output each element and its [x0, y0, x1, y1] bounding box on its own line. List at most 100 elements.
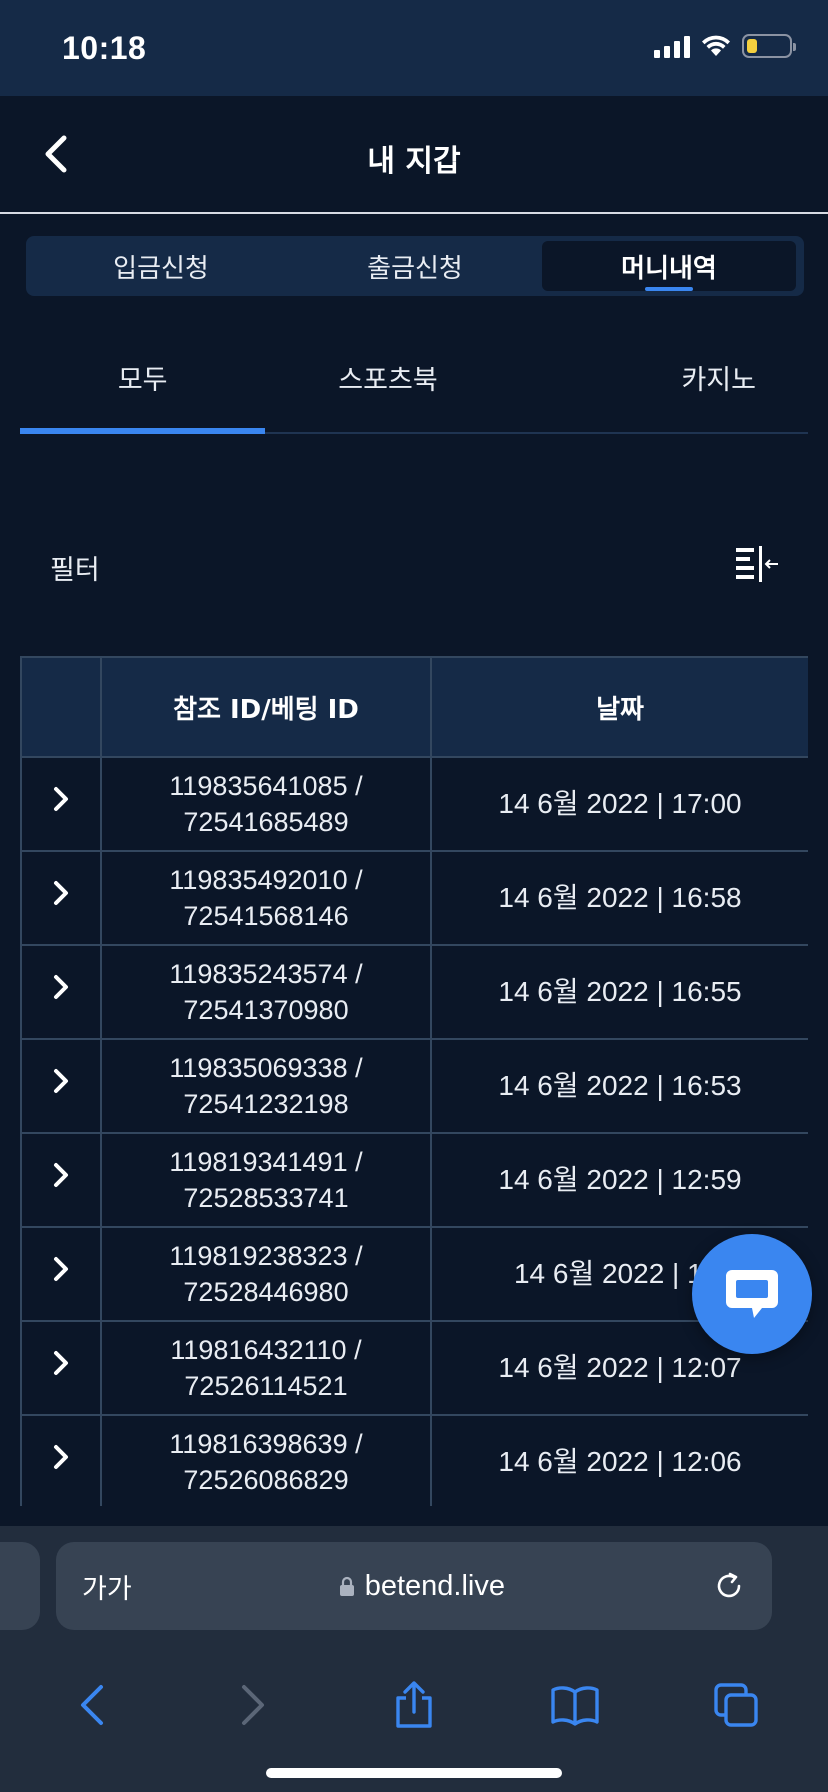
reload-icon[interactable]: [712, 1569, 746, 1603]
tab-money-history[interactable]: 머니내역: [542, 241, 796, 291]
bookmarks-icon: [551, 1686, 599, 1726]
table-row: 119835243574 / 72541370980 14 6월 2022 | 1…: [20, 944, 808, 1040]
ref-id: 119835492010 /: [169, 865, 363, 895]
bookmarks-button[interactable]: [545, 1675, 605, 1735]
previous-tab-preview[interactable]: [0, 1542, 40, 1630]
bet-id: 72528446980: [183, 1277, 349, 1307]
chat-button[interactable]: [692, 1234, 812, 1354]
bet-id: 72526114521: [184, 1371, 348, 1401]
tabs-button[interactable]: [706, 1675, 766, 1735]
bet-id: 72541232198: [183, 1089, 349, 1119]
status-bar: 10:18: [0, 0, 828, 96]
address-bar[interactable]: 가가 betend.live: [56, 1542, 772, 1630]
subtab-all[interactable]: 모두: [20, 340, 266, 434]
expand-chevron-icon: [54, 1445, 68, 1469]
back-arrow-icon: [81, 1685, 104, 1725]
expand-chevron-icon: [54, 1069, 68, 1093]
expand-chevron-icon: [54, 787, 68, 811]
table-header-date: 날짜: [430, 656, 808, 758]
wifi-icon: [702, 35, 730, 56]
expand-row-button[interactable]: [20, 944, 102, 1040]
ref-id: 119835069338 /: [169, 1053, 363, 1083]
tab-withdraw-request[interactable]: 출금신청: [288, 241, 542, 291]
id-cell: 119816432110 / 72526114521: [100, 1320, 432, 1416]
date-cell: 14 6월 2022 | 12:59: [430, 1132, 808, 1228]
expand-row-button[interactable]: [20, 1038, 102, 1134]
bet-id: 72541568146: [183, 901, 349, 931]
expand-chevron-icon: [54, 1257, 68, 1281]
history-sub-tabs: 모두 스포츠북 카지노: [20, 340, 808, 434]
table-row: 119835641085 / 72541685489 14 6월 2022 | 1…: [20, 756, 808, 852]
id-cell: 119835069338 / 72541232198: [100, 1038, 432, 1134]
id-cell: 119835492010 / 72541568146: [100, 850, 432, 946]
url-text: betend.live: [364, 1569, 505, 1602]
expand-chevron-icon: [54, 1163, 68, 1187]
id-cell: 119819238323 / 72528446980: [100, 1226, 432, 1322]
ref-id: 119816398639 /: [169, 1429, 363, 1459]
share-button[interactable]: [384, 1675, 444, 1735]
filter-button[interactable]: [734, 544, 780, 584]
id-cell: 119835243574 / 72541370980: [100, 944, 432, 1040]
table-row: 119816432110 /72526114521 14 6월 2022 | 1…: [20, 1320, 808, 1416]
ref-id: 119816432110 /: [170, 1335, 362, 1365]
tab-deposit-request[interactable]: 입금신청: [34, 241, 288, 291]
ref-id: 119835243574 /: [169, 959, 363, 989]
battery-icon: [742, 34, 796, 58]
expand-row-button[interactable]: [20, 1132, 102, 1228]
browser-forward-button[interactable]: [223, 1675, 283, 1735]
bet-id: 72526086829: [183, 1465, 349, 1495]
subtab-casino[interactable]: 카지노: [511, 340, 808, 432]
table-header-expand: [20, 656, 102, 758]
expand-chevron-icon: [54, 881, 68, 905]
expand-row-button[interactable]: [20, 756, 102, 852]
lock-icon: [339, 1576, 354, 1596]
ref-id: 119819238323 /: [169, 1241, 363, 1271]
expand-row-button[interactable]: [20, 1320, 102, 1416]
page-header: 내 지갑: [0, 96, 828, 214]
id-cell: 119835641085 / 72541685489: [100, 756, 432, 852]
date-cell: 14 6월 2022 | 17:00: [430, 756, 808, 852]
home-indicator: [266, 1768, 562, 1778]
table-row: 119819341491 / 72528533741 14 6월 2022 | 1…: [20, 1132, 808, 1228]
history-table: 참조 ID/베팅 ID 날짜 119835641085 / 72541685489…: [20, 656, 808, 1506]
tabs-icon: [713, 1683, 758, 1727]
browser-toolbar: [0, 1650, 828, 1760]
expand-row-button[interactable]: [20, 850, 102, 946]
url-display[interactable]: betend.live: [132, 1570, 712, 1603]
ref-id: 119819341491 /: [169, 1147, 363, 1177]
filter-label: 필터: [50, 555, 100, 586]
table-row: 119816398639 / 72526086829 14 6월 2022 | 1…: [20, 1414, 808, 1506]
bet-id: 72541370980: [183, 995, 349, 1025]
table-row: 119819238323 /72528446980 14 6월 2022 | 1…: [20, 1226, 808, 1322]
signal-icon: [654, 34, 690, 58]
id-cell: 119819341491 / 72528533741: [100, 1132, 432, 1228]
filter-columns-icon: [736, 546, 778, 582]
expand-row-button[interactable]: [20, 1226, 102, 1322]
ref-id: 119835641085 /: [169, 771, 363, 801]
date-cell: 14 6월 2022 | 16:55: [430, 944, 808, 1040]
bet-id: 72541685489: [183, 807, 349, 837]
expand-chevron-icon: [54, 1351, 68, 1375]
status-time: 10:18: [62, 30, 147, 66]
bet-id: 72528533741: [183, 1183, 349, 1213]
date-cell: 14 6월 2022 | 16:58: [430, 850, 808, 946]
table-row: 119835492010 / 72541568146 14 6월 2022 | 1…: [20, 850, 808, 946]
date-cell: 14 6월 2022 | 16:53: [430, 1038, 808, 1134]
forward-arrow-icon: [242, 1685, 265, 1725]
browser-back-button[interactable]: [62, 1675, 122, 1735]
page-title: 내 지갑: [367, 144, 461, 179]
id-cell: 119816398639 / 72526086829: [100, 1414, 432, 1506]
expand-row-button[interactable]: [20, 1414, 102, 1506]
wallet-segment-tabs: 입금신청 출금신청 머니내역: [26, 236, 804, 296]
status-icons: [654, 34, 796, 58]
share-icon: [396, 1681, 432, 1728]
date-cell: 14 6월 2022 | 12:06: [430, 1414, 808, 1506]
table-header-id: 참조 ID/베팅 ID: [100, 656, 432, 758]
expand-chevron-icon: [54, 975, 68, 999]
table-header-row: 참조 ID/베팅 ID 날짜: [20, 656, 808, 758]
history-table-container[interactable]: 참조 ID/베팅 ID 날짜 119835641085 / 72541685489…: [20, 656, 808, 1506]
text-size-button[interactable]: 가가: [82, 1567, 132, 1606]
browser-chrome: 가가 betend.live: [0, 1526, 828, 1792]
subtab-sportsbook[interactable]: 스포츠북: [265, 340, 510, 432]
table-row: 119835069338 / 72541232198 14 6월 2022 | 1…: [20, 1038, 808, 1134]
